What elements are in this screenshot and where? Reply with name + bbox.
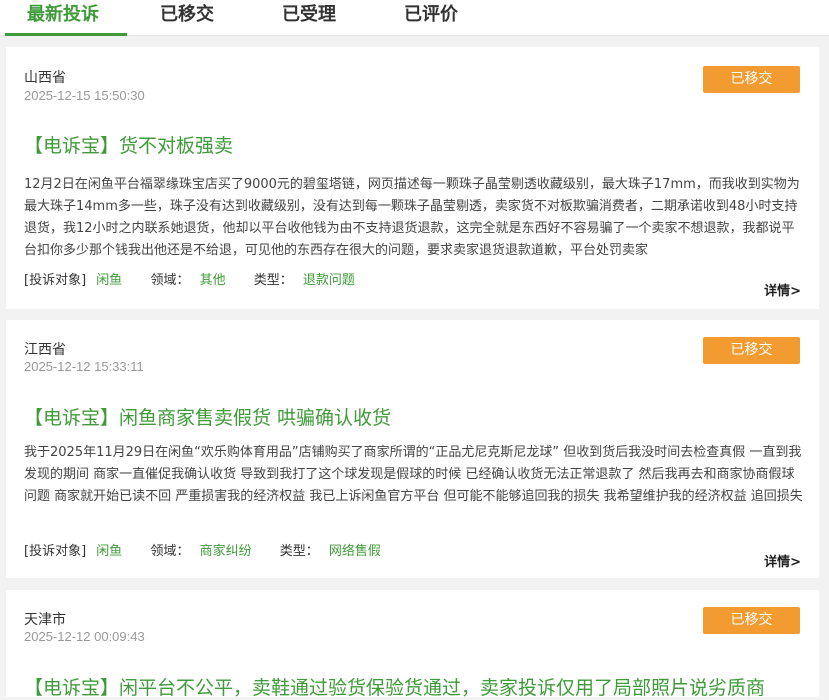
complaint-title[interactable]: 【电诉宝】货不对板强卖 — [24, 131, 233, 158]
status-badge[interactable]: 已移交 — [703, 607, 800, 634]
complaint-meta: [投诉对象] 闲鱼 领域： 商家纠纷 类型： 网络售假 — [24, 540, 381, 559]
active-tab-indicator — [5, 33, 127, 36]
tab-latest-complaints[interactable]: 最新投诉 — [27, 2, 99, 34]
complaint-content: 12月2日在闲鱼平台福翠缘珠宝店买了9000元的碧玺塔链，网页描述每一颗珠子晶莹… — [24, 177, 800, 258]
complaint-target-link[interactable]: 闲鱼 — [96, 269, 122, 288]
complaint-datetime: 2025-12-12 15:33:11 — [24, 359, 144, 374]
complaint-datetime: 2025-12-15 15:50:30 — [24, 88, 145, 103]
status-badge[interactable]: 已移交 — [703, 337, 800, 364]
field-label: 领域： — [150, 273, 190, 288]
complaint-meta: [投诉对象] 闲鱼 领域： 其他 类型： 退款问题 — [24, 269, 355, 288]
detail-link[interactable]: 详情> — [764, 551, 801, 570]
complaint-title[interactable]: 【电诉宝】闲平台不公平，卖鞋通过验货保验货通过，卖家投诉仅用了局部照片说劣质商 — [24, 673, 814, 700]
complaint-datetime: 2025-12-12 00:09:43 — [24, 629, 145, 644]
complaint-content: 我于2025年11月29日在闲鱼“欢乐购体育用品”店铺购买了商家所谓的“正品尤尼… — [24, 445, 803, 504]
target-label: [投诉对象] — [24, 544, 87, 559]
complaint-card[interactable]: 山西省 2025-12-15 15:50:30 已移交 【电诉宝】货不对板强卖 … — [6, 47, 819, 309]
complaint-title[interactable]: 【电诉宝】闲鱼商家售卖假货 哄骗确认收货 — [24, 403, 391, 430]
tab-evaluated[interactable]: 已评价 — [404, 2, 458, 34]
complaint-card[interactable]: 天津市 2025-12-12 00:09:43 已移交 【电诉宝】闲平台不公平，… — [6, 590, 819, 700]
complaint-target-link[interactable]: 闲鱼 — [96, 540, 122, 559]
complaint-province: 天津市 — [24, 612, 66, 628]
complaint-card[interactable]: 江西省 2025-12-12 15:33:11 已移交 【电诉宝】闲鱼商家售卖假… — [6, 320, 819, 578]
complaint-field-link[interactable]: 其他 — [200, 269, 226, 288]
tab-transferred[interactable]: 已移交 — [160, 2, 214, 34]
field-label: 领域： — [150, 544, 190, 559]
complaint-type-link[interactable]: 退款问题 — [303, 269, 355, 288]
detail-link[interactable]: 详情> — [764, 280, 801, 299]
complaint-province: 山西省 — [24, 70, 66, 86]
complaint-province: 江西省 — [24, 342, 66, 358]
type-label: 类型： — [253, 273, 293, 288]
target-label: [投诉对象] — [24, 273, 87, 288]
complaint-type-link[interactable]: 网络售假 — [329, 540, 381, 559]
tab-bar: 最新投诉 已移交 已受理 已评价 — [0, 0, 829, 36]
complaint-field-link[interactable]: 商家纠纷 — [200, 540, 252, 559]
tab-accepted[interactable]: 已受理 — [282, 2, 336, 34]
status-badge[interactable]: 已移交 — [703, 66, 800, 93]
type-label: 类型： — [279, 544, 319, 559]
